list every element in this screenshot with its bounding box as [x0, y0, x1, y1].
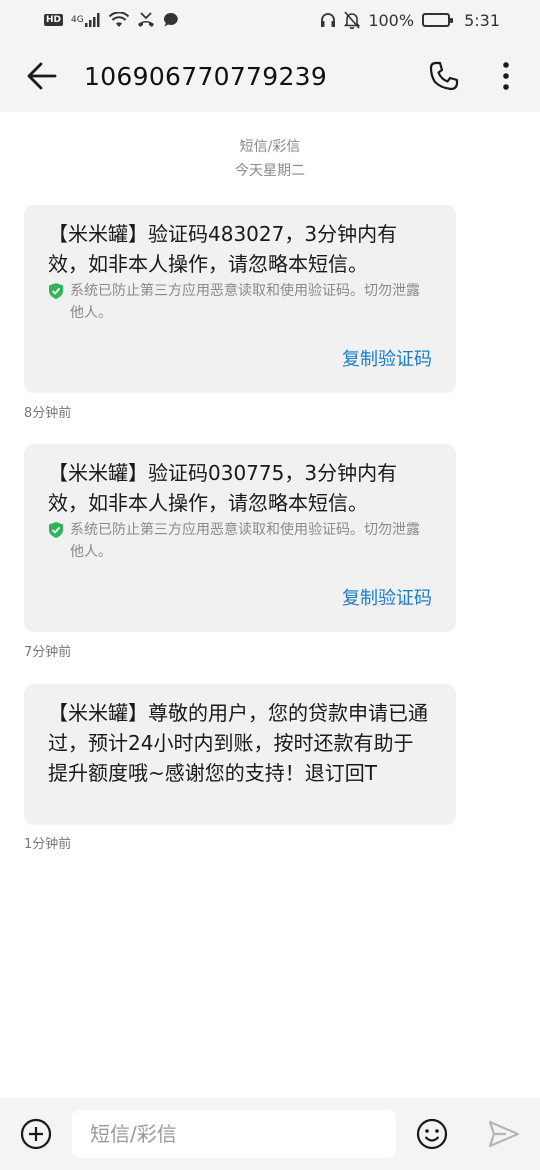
- battery-icon: [422, 11, 454, 29]
- date-label: 今天星期二: [235, 163, 305, 179]
- battery-percent: 100%: [368, 10, 415, 30]
- status-bar: HD 4G 100% 5:31: [0, 0, 540, 40]
- copy-code-button[interactable]: 复制验证码: [48, 345, 432, 371]
- hd-icon: HD: [44, 11, 64, 29]
- plus-circle-icon: [20, 1118, 52, 1150]
- message-text: 【米米罐】验证码030775，3分钟内有效，如非本人操作，请忽略本短信。: [48, 461, 398, 515]
- network-type-label: 4G: [71, 15, 84, 25]
- smiley-icon: [416, 1118, 448, 1150]
- security-notice: 系统已防止第三方应用恶意读取和使用验证码。切勿泄露他人。: [48, 280, 432, 324]
- headset-icon: [320, 11, 336, 29]
- message-time: 1分钟前: [24, 837, 72, 852]
- status-right: 100% 5:31: [320, 11, 500, 30]
- security-notice-text: 系统已防止第三方应用恶意读取和使用验证码。切勿泄露他人。: [70, 283, 420, 321]
- wifi-icon: [108, 11, 129, 29]
- conversation-title: 106906770779239: [84, 61, 328, 91]
- cellular-signal-icon: 4G: [71, 11, 101, 29]
- hd-label: HD: [44, 14, 64, 26]
- message-text: 【米米罐】尊敬的用户，您的贷款申请已通过，预计24小时内到账，按时还款有助于提升…: [48, 701, 428, 785]
- app-bar: 106906770779239: [0, 40, 540, 112]
- message-notification-icon: [163, 11, 179, 29]
- send-button[interactable]: [468, 1098, 540, 1170]
- message-bubble[interactable]: 【米米罐】尊敬的用户，您的贷款申请已通过，预计24小时内到账，按时还款有助于提升…: [24, 684, 456, 825]
- clock-time: 5:31: [464, 10, 500, 30]
- message-text: 【米米罐】验证码483027，3分钟内有效，如非本人操作，请忽略本短信。: [48, 222, 398, 276]
- status-left: HD 4G: [44, 11, 179, 29]
- message-time: 8分钟前: [24, 406, 72, 421]
- message-thread[interactable]: 短信/彩信 今天星期二 【米米罐】验证码483027，3分钟内有效，如非本人操作…: [0, 112, 540, 1098]
- send-icon: [488, 1120, 520, 1148]
- arrow-left-icon: [27, 62, 57, 90]
- security-notice-text: 系统已防止第三方应用恶意读取和使用验证码。切勿泄露他人。: [70, 522, 420, 560]
- back-button[interactable]: [0, 40, 84, 112]
- message-bubble[interactable]: 【米米罐】验证码030775，3分钟内有效，如非本人操作，请忽略本短信。 系统已…: [24, 444, 456, 632]
- call-button[interactable]: [414, 40, 474, 112]
- message-input[interactable]: [72, 1110, 396, 1158]
- security-notice: 系统已防止第三方应用恶意读取和使用验证码。切勿泄露他人。: [48, 519, 432, 563]
- emoji-button[interactable]: [396, 1098, 468, 1170]
- message-bubble[interactable]: 【米米罐】验证码483027，3分钟内有效，如非本人操作，请忽略本短信。 系统已…: [24, 205, 456, 393]
- missed-call-icon: [137, 11, 155, 29]
- shield-check-icon: [49, 283, 63, 299]
- copy-code-button[interactable]: 复制验证码: [48, 584, 432, 610]
- bell-muted-icon: [344, 11, 361, 29]
- shield-check-icon: [49, 522, 63, 538]
- compose-bar: [0, 1098, 540, 1170]
- add-attachment-button[interactable]: [0, 1098, 72, 1170]
- more-options-button[interactable]: [482, 40, 530, 112]
- more-vertical-icon: [503, 62, 509, 90]
- message-time: 7分钟前: [24, 645, 72, 660]
- phone-icon: [429, 61, 459, 91]
- message-type-label: 短信/彩信: [239, 139, 301, 155]
- thread-header: 短信/彩信 今天星期二: [0, 112, 540, 183]
